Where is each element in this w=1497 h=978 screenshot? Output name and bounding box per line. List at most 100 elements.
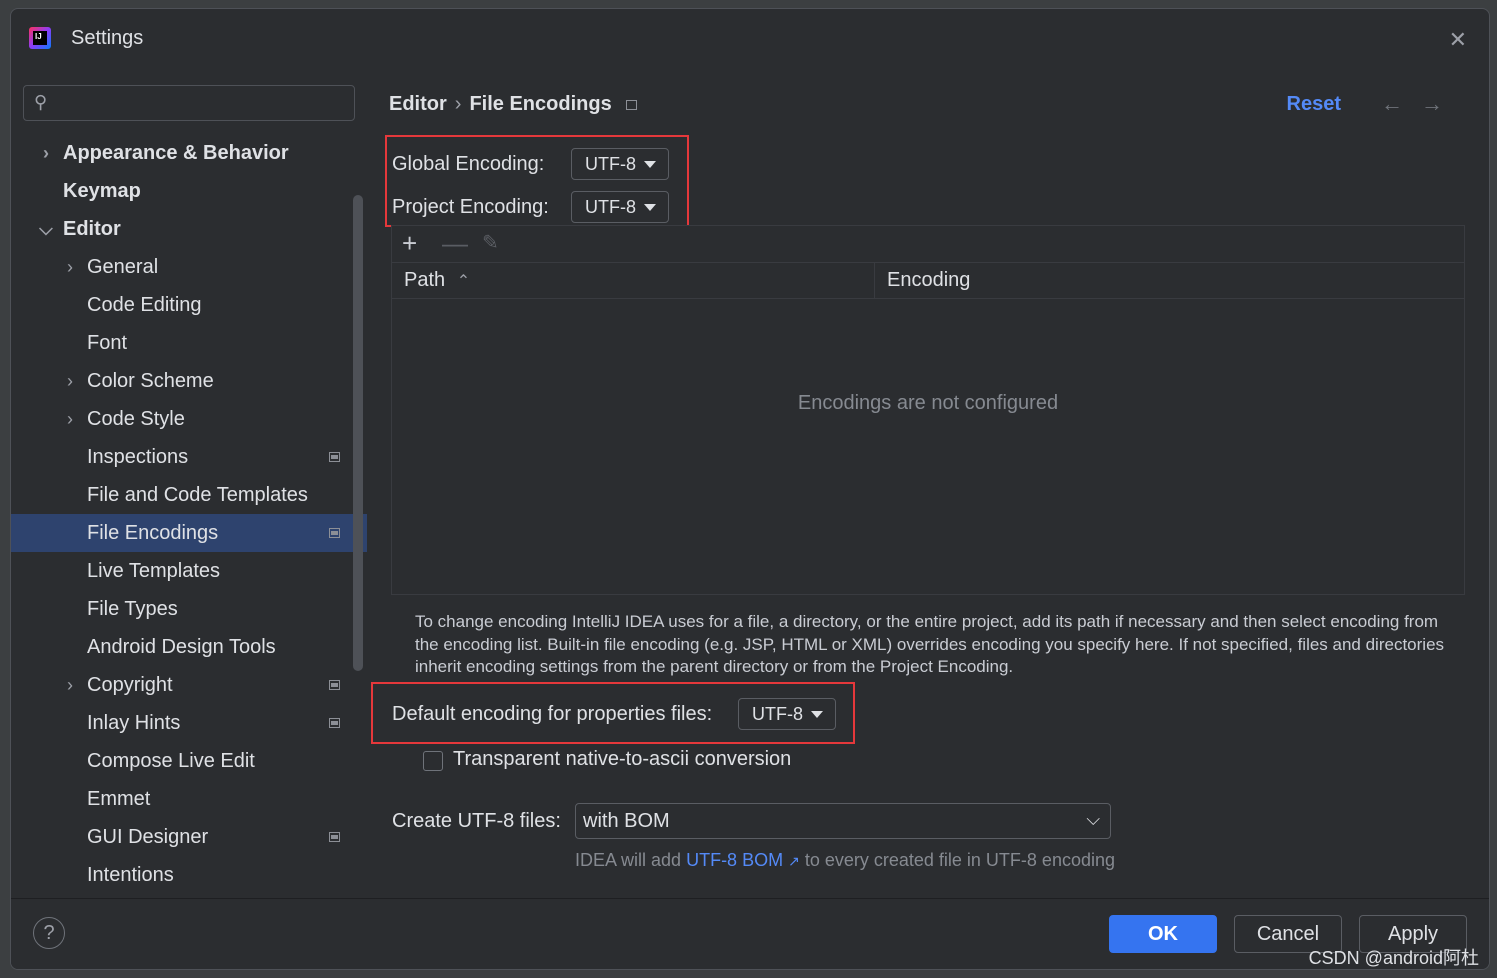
sidebar-item-label: Emmet xyxy=(87,788,151,810)
sidebar-item-appearance-behavior[interactable]: › Appearance & Behavior xyxy=(11,134,367,172)
properties-encoding-value: UTF-8 xyxy=(752,704,803,724)
utf8-bom-link-label: UTF-8 BOM xyxy=(686,850,784,870)
chevron-right-icon[interactable]: › xyxy=(63,248,77,286)
hint-prefix: IDEA will add xyxy=(575,850,682,870)
hint-suffix: to every created file in UTF-8 encoding xyxy=(804,850,1115,870)
utf8-bom-hint: IDEA will add UTF-8 BOM ↗ to every creat… xyxy=(575,850,1115,871)
sidebar-item-label: Keymap xyxy=(63,180,141,202)
chevron-right-icon[interactable]: › xyxy=(63,666,77,704)
sidebar-item-label: Code Editing xyxy=(87,294,202,316)
forward-arrow-icon[interactable]: → xyxy=(1421,91,1443,117)
native-to-ascii-label[interactable]: Transparent native-to-ascii conversion xyxy=(453,748,791,771)
sidebar-item-code-style[interactable]: › Code Style xyxy=(11,400,367,438)
properties-encoding-dropdown[interactable]: UTF-8 xyxy=(738,698,836,730)
sidebar-item-label: Code Style xyxy=(87,408,185,430)
chevron-right-icon[interactable]: › xyxy=(39,134,53,172)
column-header-path[interactable]: Path ⌃ xyxy=(404,269,470,292)
breadcrumb-separator-icon: › xyxy=(454,93,462,115)
close-icon[interactable]: ✕ xyxy=(1449,27,1467,53)
dropdown-arrow-icon xyxy=(644,161,656,168)
add-icon[interactable]: + xyxy=(402,230,417,256)
back-arrow-icon[interactable]: ← xyxy=(1381,91,1403,117)
ok-button[interactable]: OK xyxy=(1109,915,1217,953)
settings-sidebar: ⚲ › Appearance & Behavior Keymap ⌵ Editor › Ge… xyxy=(11,69,367,899)
help-button[interactable]: ? xyxy=(33,917,65,949)
column-path-label: Path xyxy=(404,269,446,291)
project-encoding-dropdown[interactable]: UTF-8 xyxy=(571,191,669,223)
create-utf8-value: with BOM xyxy=(583,810,670,832)
sidebar-item-keymap[interactable]: Keymap xyxy=(11,172,367,210)
sidebar-item-compose-live-edit[interactable]: Compose Live Edit xyxy=(11,742,367,780)
sidebar-item-font[interactable]: Font xyxy=(11,324,367,362)
intellij-logo-icon: IJ xyxy=(29,27,51,49)
title-bar: IJ Settings ✕ xyxy=(11,9,1489,69)
project-scope-icon xyxy=(625,99,637,110)
search-field[interactable]: ⚲ xyxy=(23,85,355,121)
global-encoding-label: Global Encoding: xyxy=(392,153,545,175)
dropdown-arrow-icon xyxy=(644,204,656,211)
main-panel: Editor › File Encodings Reset ← → Global E… xyxy=(367,69,1489,899)
sidebar-scrollbar[interactable] xyxy=(353,195,363,671)
table-header: Path ⌃ Encoding xyxy=(392,262,1464,299)
create-utf8-dropdown[interactable]: with BOM ⌵ xyxy=(575,803,1111,839)
sidebar-item-copyright[interactable]: › Copyright xyxy=(11,666,367,704)
chevron-down-icon[interactable]: ⌵ xyxy=(39,210,53,248)
search-input[interactable] xyxy=(62,90,346,116)
sidebar-item-live-templates[interactable]: Live Templates xyxy=(11,552,367,590)
chevron-down-icon: ⌵ xyxy=(1086,809,1100,829)
project-scope-icon xyxy=(329,528,340,538)
sidebar-item-general[interactable]: › General xyxy=(11,248,367,286)
sidebar-item-inlay-hints[interactable]: Inlay Hints xyxy=(11,704,367,742)
sidebar-item-inspections[interactable]: Inspections xyxy=(11,438,367,476)
sidebar-item-label: Inlay Hints xyxy=(87,712,181,734)
sidebar-item-label: General xyxy=(87,256,159,278)
sidebar-item-label: File and Code Templates xyxy=(87,484,308,506)
sidebar-item-code-editing[interactable]: Code Editing xyxy=(11,286,367,324)
sidebar-item-intentions[interactable]: Intentions xyxy=(11,856,367,894)
table-toolbar: + — ✎ xyxy=(392,226,1464,263)
breadcrumb-parent[interactable]: Editor xyxy=(389,93,447,115)
project-scope-icon xyxy=(329,832,340,842)
external-link-icon: ↗ xyxy=(788,853,800,869)
dropdown-arrow-icon xyxy=(811,711,823,718)
chevron-right-icon[interactable]: › xyxy=(63,400,77,438)
edit-pencil-icon[interactable]: ✎ xyxy=(482,230,499,256)
sidebar-item-label: Editor xyxy=(63,218,121,240)
utf8-bom-link[interactable]: UTF-8 BOM ↗ xyxy=(686,850,800,870)
sidebar-item-label: Android Design Tools xyxy=(87,636,276,658)
sidebar-item-gui-designer[interactable]: GUI Designer xyxy=(11,818,367,856)
sidebar-item-label: File Types xyxy=(87,598,178,620)
remove-icon[interactable]: — xyxy=(442,230,468,256)
sidebar-item-label: Inspections xyxy=(87,446,189,468)
sidebar-item-label: Live Templates xyxy=(87,560,221,582)
sidebar-item-label: Color Scheme xyxy=(87,370,214,392)
column-header-encoding[interactable]: Encoding xyxy=(887,269,970,292)
sidebar-item-file-and-code-templates[interactable]: File and Code Templates xyxy=(11,476,367,514)
properties-encoding-label: Default encoding for properties files: xyxy=(392,703,713,725)
project-scope-icon xyxy=(329,452,340,462)
watermark: CSDN @android阿杜 xyxy=(1308,948,1479,968)
encoding-help-text: To change encoding IntelliJ IDEA uses fo… xyxy=(415,612,1445,676)
sidebar-item-editor[interactable]: ⌵ Editor xyxy=(11,210,367,248)
global-encoding-dropdown[interactable]: UTF-8 xyxy=(571,148,669,180)
project-encoding-value: UTF-8 xyxy=(585,197,636,217)
empty-table-message: Encodings are not configured xyxy=(797,392,1059,414)
sidebar-item-color-scheme[interactable]: › Color Scheme xyxy=(11,362,367,400)
global-encoding-value: UTF-8 xyxy=(585,154,636,174)
search-icon: ⚲ xyxy=(34,92,48,112)
sidebar-item-emmet[interactable]: Emmet xyxy=(11,780,367,818)
sidebar-item-android-design-tools[interactable]: Android Design Tools xyxy=(11,628,367,666)
chevron-right-icon[interactable]: › xyxy=(63,362,77,400)
sidebar-item-label: File Encodings xyxy=(87,522,219,544)
column-divider[interactable] xyxy=(874,262,875,298)
native-to-ascii-checkbox[interactable] xyxy=(423,751,443,771)
sidebar-item-file-types[interactable]: File Types xyxy=(11,590,367,628)
sidebar-item-label: Appearance & Behavior xyxy=(63,142,289,164)
sidebar-item-file-encodings[interactable]: File Encodings xyxy=(11,514,367,552)
breadcrumb-current: File Encodings xyxy=(469,93,612,115)
project-scope-icon xyxy=(329,680,340,690)
project-scope-icon xyxy=(329,718,340,728)
window-title: Settings xyxy=(71,27,144,49)
reset-link[interactable]: Reset xyxy=(1287,93,1341,116)
create-utf8-label: Create UTF-8 files: xyxy=(392,810,561,832)
